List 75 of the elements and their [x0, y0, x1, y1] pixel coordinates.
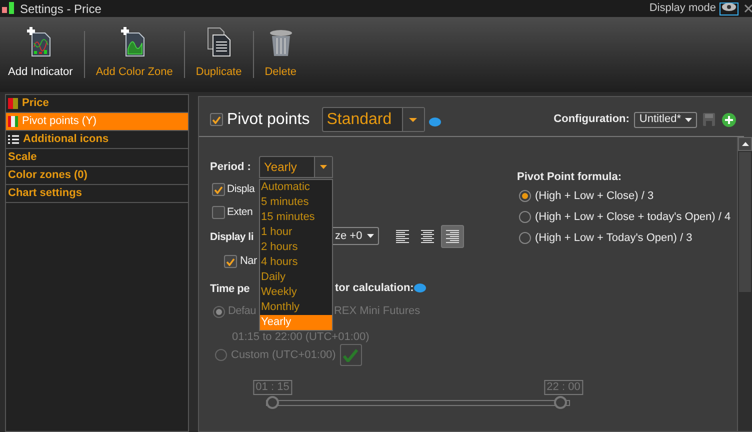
up-arrow-icon[interactable]: [742, 142, 748, 146]
dropdown-option[interactable]: 5 minutes: [260, 195, 332, 210]
time-label: 01 : 15: [252, 380, 292, 395]
dropdown-option[interactable]: 15 minutes: [260, 210, 332, 225]
time-period-label: tor calculation:: [335, 281, 414, 296]
dropdown-option[interactable]: 4 hours: [260, 255, 332, 270]
radio-label: (High + Low + Today's Open) / 3: [535, 230, 692, 246]
flag-icon: [8, 98, 18, 109]
configuration-label: Configuration:: [554, 112, 630, 128]
toolbar-button[interactable]: Duplicate: [194, 17, 244, 92]
checkbox[interactable]: [212, 206, 225, 219]
dropdown-option[interactable]: Weekly: [260, 285, 332, 300]
flag-icon: [8, 116, 18, 127]
copy-icon: [204, 26, 233, 56]
slider-thumb[interactable]: [266, 396, 278, 409]
align-icon: [421, 230, 434, 242]
time-label: 22 : 00: [544, 380, 584, 395]
caret-icon: [685, 118, 692, 122]
save-icon[interactable]: [703, 113, 715, 126]
formula-title: Pivot Point formula:: [517, 170, 622, 185]
align-button[interactable]: [441, 224, 464, 248]
radio-label: Custom (UTC+01:00): [231, 348, 336, 363]
caret-icon: [320, 165, 327, 169]
dropdown-option[interactable]: 2 hours: [260, 240, 332, 255]
radio-label: (High + Low + Close + today's Open) / 4: [535, 210, 731, 225]
scrollbar[interactable]: [737, 137, 752, 431]
list-icon: [8, 135, 19, 144]
dropdown-option[interactable]: Daily: [260, 270, 332, 285]
align-icon: [396, 230, 409, 242]
style-select[interactable]: Standard: [322, 107, 425, 132]
radio-button[interactable]: [215, 349, 227, 361]
checkbox-label: Exten: [227, 204, 253, 220]
display-mode-label: Display mode: [649, 1, 716, 16]
dropdown-option[interactable]: Monthly: [260, 300, 332, 315]
toolbar-button[interactable]: Add Color Zone: [94, 17, 175, 92]
window-title: Settings - Price: [20, 0, 102, 18]
period-select[interactable]: Yearly: [259, 156, 333, 178]
radio-button[interactable]: [519, 232, 531, 244]
checkbox-label: Displa: [227, 182, 255, 197]
radio-button[interactable]: [519, 211, 531, 223]
info-bubble-icon[interactable]: [414, 283, 426, 294]
apply-button[interactable]: [340, 344, 362, 366]
checkbox[interactable]: [210, 113, 223, 126]
close-icon[interactable]: [744, 4, 752, 14]
configuration-select[interactable]: Untitled*: [634, 112, 697, 128]
radio-label: (High + Low + Close) / 3: [535, 188, 654, 204]
radio-button[interactable]: [213, 306, 225, 318]
radio-button[interactable]: [519, 190, 531, 202]
period-label: Period :: [210, 160, 252, 175]
checkmark-icon: [343, 348, 358, 362]
dropdown-option[interactable]: 1 hour: [260, 225, 332, 240]
toolbar-button[interactable]: Add Indicator: [6, 17, 75, 92]
time-period-label: Time pe: [210, 283, 250, 296]
caret-icon: [409, 118, 418, 122]
radio-label: Defau: [228, 304, 256, 320]
slider-thumb[interactable]: [554, 396, 566, 409]
eye-icon[interactable]: [719, 2, 739, 16]
instrument-name: REX Mini Futures: [334, 304, 420, 320]
sidebar-item[interactable]: Scale: [6, 149, 188, 167]
checkbox[interactable]: [212, 183, 225, 196]
sidebar-item[interactable]: Additional icons: [6, 131, 188, 149]
add-icon[interactable]: [722, 112, 736, 126]
toolbar-button[interactable]: Delete: [262, 17, 299, 92]
sidebar-item[interactable]: Color zones (0): [6, 167, 188, 185]
align-icon: [446, 230, 459, 242]
caret-icon: [367, 234, 374, 238]
info-bubble-icon[interactable]: [428, 117, 441, 128]
sidebar-item[interactable]: Chart settings: [6, 185, 188, 203]
display-lines-label: Display li: [210, 230, 254, 243]
checkbox-label: Nar: [240, 254, 257, 270]
indicator-title: Pivot points: [227, 110, 310, 130]
checkbox[interactable]: [224, 255, 237, 268]
candlestick-icon: [1, 2, 17, 16]
session-hours: 01:15 to 22:00 (UTC+01:00): [232, 332, 370, 343]
dropdown-option[interactable]: Automatic: [260, 180, 332, 195]
